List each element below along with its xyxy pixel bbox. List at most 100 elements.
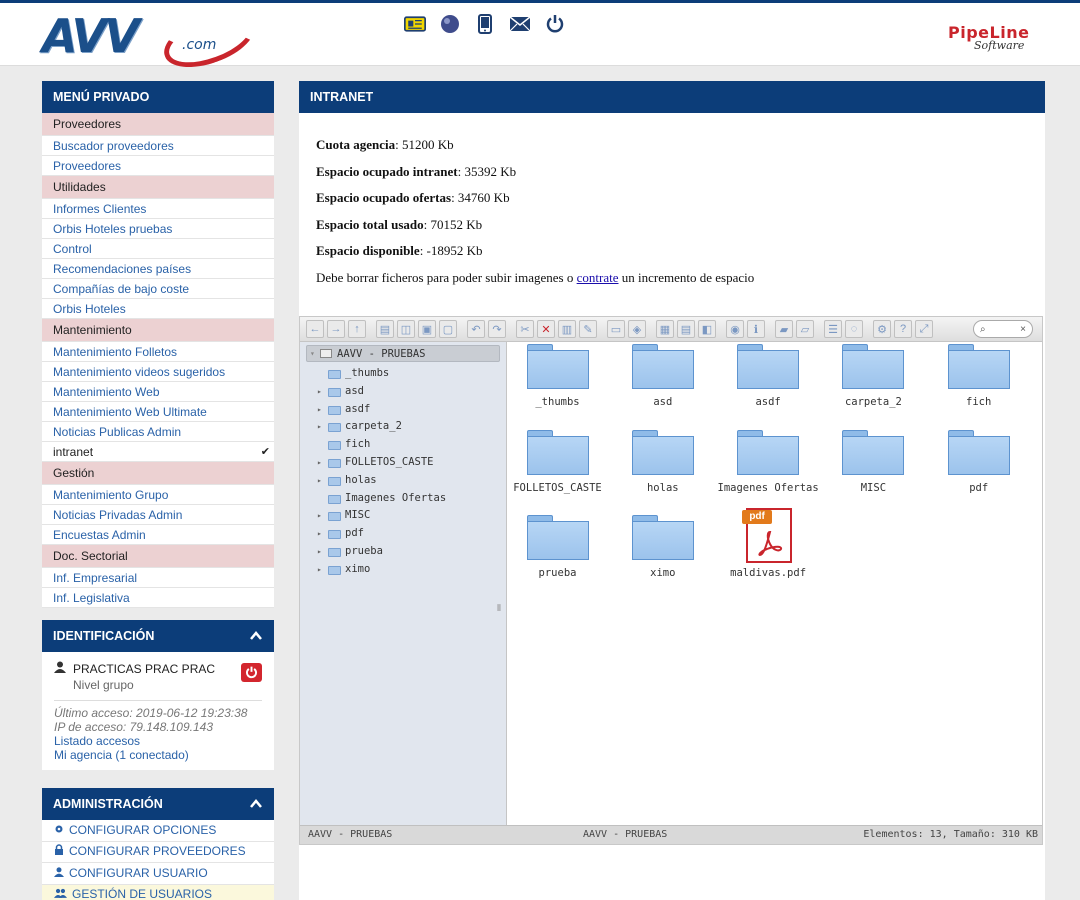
aavv-logo[interactable]: AVV .com [42,2,263,78]
menu-item-mantenimiento-web-ultimate[interactable]: Mantenimiento Web Ultimate [42,402,274,422]
expand-arrow-icon[interactable]: ▸ [317,454,322,472]
pipeline-software-logo[interactable]: PipeLine Software [948,23,1040,59]
tree-item-carpeta-2[interactable]: ▸ carpeta_2 [300,418,506,436]
preview-icon[interactable]: ◉ [726,320,744,338]
folder-item-prueba[interactable]: prueba [505,515,610,579]
expand-arrow-icon[interactable]: ▸ [317,472,322,490]
folder-item-imagenes-ofertas[interactable]: Imagenes Ofertas [716,429,821,494]
expand-arrow-icon[interactable]: ▸ [317,525,322,543]
settings-icon[interactable]: ⚙ [873,320,891,338]
menu-item-intranet[interactable]: intranet ✔ [42,442,274,462]
identification-header[interactable]: IDENTIFICACIÓN [42,620,274,652]
folder-item-misc[interactable]: MISC [821,429,926,494]
menu-item-mantenimiento-web[interactable]: Mantenimiento Web [42,382,274,402]
tree-item-thumbs[interactable]: _thumbs [300,365,506,383]
tree-item-fich[interactable]: fich [300,436,506,454]
back-icon[interactable]: ← [306,320,324,338]
folder-item-pdf[interactable]: pdf [926,429,1031,494]
menu-item-orbis-hoteles-pruebas[interactable]: Orbis Hoteles pruebas [42,219,274,239]
edit-icon[interactable]: ✎ [579,320,597,338]
reload-icon[interactable]: ▤ [376,320,394,338]
menu-item-noticias-publicas-admin[interactable]: Noticias Publicas Admin [42,422,274,442]
mobile-icon[interactable] [474,13,496,35]
file-search-input[interactable]: ⌕ × [973,320,1033,338]
menu-item-orbis-hoteles[interactable]: Orbis Hoteles [42,299,274,319]
rename-icon[interactable]: ▭ [607,320,625,338]
compress-icon[interactable]: ▱ [796,320,814,338]
info-icon[interactable]: ℹ [747,320,765,338]
new-file-icon[interactable]: ▢ [439,320,457,338]
folder-item-folletos-caste[interactable]: FOLLETOS_CASTE [505,429,610,494]
admin-item-gestion-de-usuarios[interactable]: GESTIÓN DE USUARIOS [42,884,274,900]
duplicate-icon[interactable]: ▥ [558,320,576,338]
administration-header[interactable]: ADMINISTRACIÓN [42,788,274,820]
redo-icon[interactable]: ↷ [488,320,506,338]
undo-icon[interactable]: ↶ [467,320,485,338]
admin-item-configurar-opciones[interactable]: CONFIGURAR OPCIONES [42,820,274,842]
folder-item-carpeta-2[interactable]: carpeta_2 [821,344,926,408]
file-item-maldivas-pdf[interactable]: pdf maldivas.pdf [716,508,821,579]
menu-item-inf-empresarial[interactable]: Inf. Empresarial [42,568,274,588]
expand-arrow-icon[interactable]: ▸ [317,401,322,419]
menu-item-informes-clientes[interactable]: Informes Clientes [42,199,274,219]
collapse-arrow-icon[interactable]: ▾ [310,346,315,362]
menu-item-proveedores[interactable]: Proveedores [42,156,274,176]
tree-item-prueba[interactable]: ▸ prueba [300,543,506,561]
forward-icon[interactable]: → [327,320,345,338]
folder-item-holas[interactable]: holas [610,429,715,494]
folder-item-asdf[interactable]: asdf [716,344,821,408]
menu-item-recomendaciones-paises[interactable]: Recomendaciones países [42,259,274,279]
tree-item-imagenes-ofertas[interactable]: Imagenes Ofertas [300,490,506,508]
home-icon[interactable]: ◫ [397,320,415,338]
expand-arrow-icon[interactable]: ▸ [317,418,322,436]
view-icons-icon[interactable]: ▦ [656,320,674,338]
expand-arrow-icon[interactable]: ▸ [317,543,322,561]
folder-item-asd[interactable]: asd [610,344,715,408]
globe-icon[interactable] [439,13,461,35]
menu-item-encuestas-admin[interactable]: Encuestas Admin [42,525,274,545]
tree-item-misc[interactable]: ▸ MISC [300,507,506,525]
folder-item-ximo[interactable]: ximo [610,515,715,579]
chevron-up-icon[interactable] [250,788,262,820]
logout-button[interactable] [241,663,262,682]
extract-icon[interactable]: ▰ [775,320,793,338]
tree-item-folletos-caste[interactable]: ▸ FOLLETOS_CASTE [300,454,506,472]
expand-arrow-icon[interactable]: ▸ [317,383,322,401]
menu-item-mantenimiento-folletos[interactable]: Mantenimiento Folletos [42,342,274,362]
menu-item-inf-legislativa[interactable]: Inf. Legislativa [42,588,274,608]
fullscreen-icon[interactable]: ⤢ [915,320,933,338]
newspaper-icon[interactable] [404,13,426,35]
access-list-link[interactable]: Listado accesos [54,734,262,748]
power-icon[interactable] [544,13,566,35]
cut-icon[interactable]: ✂ [516,320,534,338]
clear-search-icon[interactable]: × [1020,324,1026,335]
expand-arrow-icon[interactable]: ▸ [317,561,322,579]
menu-item-noticias-privadas-admin[interactable]: Noticias Privadas Admin [42,505,274,525]
expand-arrow-icon[interactable]: ▸ [317,507,322,525]
save-icon[interactable]: ▣ [418,320,436,338]
view-list-icon[interactable]: ▤ [677,320,695,338]
delete-icon[interactable]: ✕ [537,320,555,338]
help-icon[interactable]: ? [894,320,912,338]
tree-item-holas[interactable]: ▸ holas [300,472,506,490]
tree-item-asd[interactable]: ▸ asd [300,383,506,401]
select-icon[interactable]: ◌ [845,320,863,338]
tree-item-ximo[interactable]: ▸ ximo [300,561,506,579]
menu-item-control[interactable]: Control [42,239,274,259]
menu-item-mantenimiento-videos-sugeridos[interactable]: Mantenimiento videos sugeridos [42,362,274,382]
contract-link[interactable]: contrate [577,270,619,285]
tree-item-asdf[interactable]: ▸ asdf [300,401,506,419]
resize-handle[interactable]: ⦀ [497,604,501,614]
resize-icon[interactable]: ◧ [698,320,716,338]
tree-item-pdf[interactable]: ▸ pdf [300,525,506,543]
admin-item-configurar-proveedores[interactable]: CONFIGURAR PROVEEDORES [42,842,274,863]
menu-item-buscador-proveedores[interactable]: Buscador proveedores [42,136,274,156]
sort-icon[interactable]: ☰ [824,320,842,338]
tree-root[interactable]: ▾ AAVV - PRUEBAS [306,345,500,362]
folder-item-thumbs[interactable]: _thumbs [505,344,610,408]
chevron-up-icon[interactable] [250,620,262,652]
folder-item-fich[interactable]: fich [926,344,1031,408]
menu-item-mantenimiento-grupo[interactable]: Mantenimiento Grupo [42,485,274,505]
mail-icon[interactable] [509,13,531,35]
my-agency-link[interactable]: Mi agencia (1 conectado) [54,748,262,762]
